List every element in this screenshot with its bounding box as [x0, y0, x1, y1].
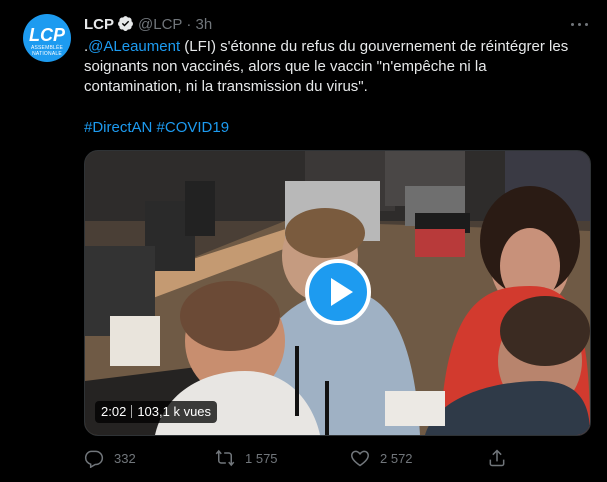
reply-button[interactable]: 332 — [84, 448, 164, 468]
retweet-button[interactable]: 1 575 — [215, 448, 295, 468]
author-name[interactable]: LCP — [84, 16, 114, 33]
video-views: 103,1 k vues — [137, 404, 212, 419]
tweet[interactable]: LCP ASSEMBLÉE NATIONALE LCP @LCP · 3h .@A… — [0, 0, 607, 482]
tweet-header: LCP @LCP · 3h — [84, 15, 212, 35]
video-player[interactable]: 2:02 103,1 k vues — [84, 150, 591, 436]
more-icon[interactable] — [569, 16, 591, 32]
hashtag-link[interactable]: #COVID19 — [157, 119, 230, 136]
hashtags: #DirectAN #COVID19 — [84, 118, 229, 138]
avatar-logo: LCP — [29, 25, 65, 45]
share-icon — [489, 449, 505, 467]
share-button[interactable] — [487, 448, 507, 468]
play-icon — [331, 278, 353, 306]
retweet-count: 1 575 — [245, 451, 278, 466]
retweet-icon — [215, 449, 235, 467]
author-handle[interactable]: @LCP — [138, 16, 182, 33]
mention-link[interactable]: @ALeaument — [88, 38, 180, 55]
meta-divider — [131, 405, 133, 418]
tweet-time[interactable]: 3h — [195, 16, 212, 33]
like-icon — [351, 450, 369, 467]
like-button[interactable]: 2 572 — [350, 448, 430, 468]
tweet-text: .@ALeaument (LFI) s'étonne du refus du g… — [84, 37, 584, 97]
video-duration: 2:02 — [101, 404, 127, 419]
verified-badge-icon — [117, 15, 134, 36]
avatar[interactable]: LCP ASSEMBLÉE NATIONALE — [23, 14, 71, 62]
play-button[interactable] — [305, 259, 371, 325]
hashtag-link[interactable]: #DirectAN — [84, 119, 152, 136]
header-separator: · — [186, 16, 192, 33]
like-count: 2 572 — [380, 451, 413, 466]
reply-icon — [84, 450, 104, 468]
reply-count: 332 — [114, 451, 136, 466]
action-bar: 332 1 575 2 572 — [84, 448, 507, 468]
video-meta: 2:02 103,1 k vues — [95, 401, 218, 423]
avatar-subtitle: ASSEMBLÉE NATIONALE — [30, 45, 64, 57]
